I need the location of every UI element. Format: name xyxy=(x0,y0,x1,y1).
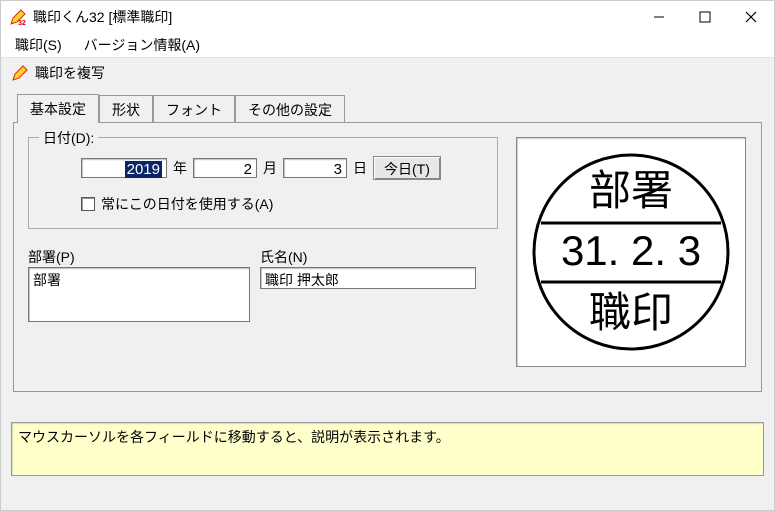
tab-basic[interactable]: 基本設定 xyxy=(17,94,99,123)
month-field[interactable]: 2 xyxy=(193,158,257,178)
dept-column: 部署(P) 部署 xyxy=(28,247,250,322)
name-label: 氏名(N) xyxy=(260,247,476,267)
always-use-row: 常にこの日付を使用する(A) xyxy=(43,194,483,214)
svg-text:32: 32 xyxy=(18,20,26,26)
year-unit: 年 xyxy=(173,158,187,178)
month-value: 2 xyxy=(244,161,252,178)
date-groupbox: 日付(D): 2019 年 2 月 3 日 今日(T) 常にこの日付を使用する(… xyxy=(28,137,498,229)
year-value: 2019 xyxy=(125,161,162,178)
app-icon: 32 xyxy=(9,8,27,26)
date-row: 2019 年 2 月 3 日 今日(T) xyxy=(43,156,483,180)
dept-field[interactable]: 部署 xyxy=(28,267,250,322)
app-window: 32 職印くん32 [標準職印] 職印(S) バージョン情報(A) xyxy=(0,0,775,511)
menu-about[interactable]: バージョン情報(A) xyxy=(80,33,204,57)
section-label: 職印を複写 xyxy=(35,63,105,83)
pencil-icon xyxy=(11,64,29,82)
tab-panel-basic: 日付(D): 2019 年 2 月 3 日 今日(T) 常にこの日付を使用する(… xyxy=(13,122,762,392)
today-button[interactable]: 今日(T) xyxy=(373,156,441,180)
tabstrip: 基本設定 形状 フォント その他の設定 xyxy=(1,93,774,122)
month-unit: 月 xyxy=(263,158,277,178)
year-field[interactable]: 2019 xyxy=(81,158,167,178)
day-value: 3 xyxy=(334,161,342,178)
menubar: 職印(S) バージョン情報(A) xyxy=(1,33,774,57)
stamp-bottom-text: 職印 xyxy=(589,289,673,336)
always-use-label: 常にこの日付を使用する(A) xyxy=(101,194,273,214)
dept-name-row: 部署(P) 部署 氏名(N) 職印 押太郎 xyxy=(28,247,498,322)
dept-value: 部署 xyxy=(33,272,61,288)
name-field[interactable]: 職印 押太郎 xyxy=(260,267,476,289)
window-controls xyxy=(636,1,774,33)
menu-stamp[interactable]: 職印(S) xyxy=(11,33,66,57)
close-button[interactable] xyxy=(728,1,774,33)
maximize-button[interactable] xyxy=(682,1,728,33)
day-field[interactable]: 3 xyxy=(283,158,347,178)
stamp-preview-frame: 部署 31. 2. 3 職印 xyxy=(516,137,746,367)
window-title: 職印くん32 [標準職印] xyxy=(33,7,636,27)
status-text: マウスカーソルを各フィールドに移動すると、説明が表示されます。 xyxy=(18,429,450,445)
stamp-top-text: 部署 xyxy=(589,167,673,214)
stamp-preview-column: 部署 31. 2. 3 職印 xyxy=(516,137,746,377)
stamp-preview: 部署 31. 2. 3 職印 xyxy=(526,147,736,357)
name-value: 職印 押太郎 xyxy=(265,272,339,288)
day-unit: 日 xyxy=(353,158,367,178)
tab-shape[interactable]: 形状 xyxy=(99,95,153,124)
date-legend: 日付(D): xyxy=(39,128,98,148)
tab-other[interactable]: その他の設定 xyxy=(235,95,345,124)
titlebar: 32 職印くん32 [標準職印] xyxy=(1,1,774,33)
name-column: 氏名(N) 職印 押太郎 xyxy=(260,247,476,322)
always-use-checkbox[interactable] xyxy=(81,197,95,211)
section-header: 職印を複写 xyxy=(1,57,774,87)
status-area: マウスカーソルを各フィールドに移動すると、説明が表示されます。 xyxy=(11,422,764,476)
tab-font[interactable]: フォント xyxy=(153,95,235,124)
dept-label: 部署(P) xyxy=(28,247,250,267)
stamp-middle-text: 31. 2. 3 xyxy=(561,227,701,274)
client-area: 職印を複写 基本設定 形状 フォント その他の設定 日付(D): 2019 年 … xyxy=(1,57,774,510)
left-column: 日付(D): 2019 年 2 月 3 日 今日(T) 常にこの日付を使用する(… xyxy=(28,137,498,377)
minimize-button[interactable] xyxy=(636,1,682,33)
